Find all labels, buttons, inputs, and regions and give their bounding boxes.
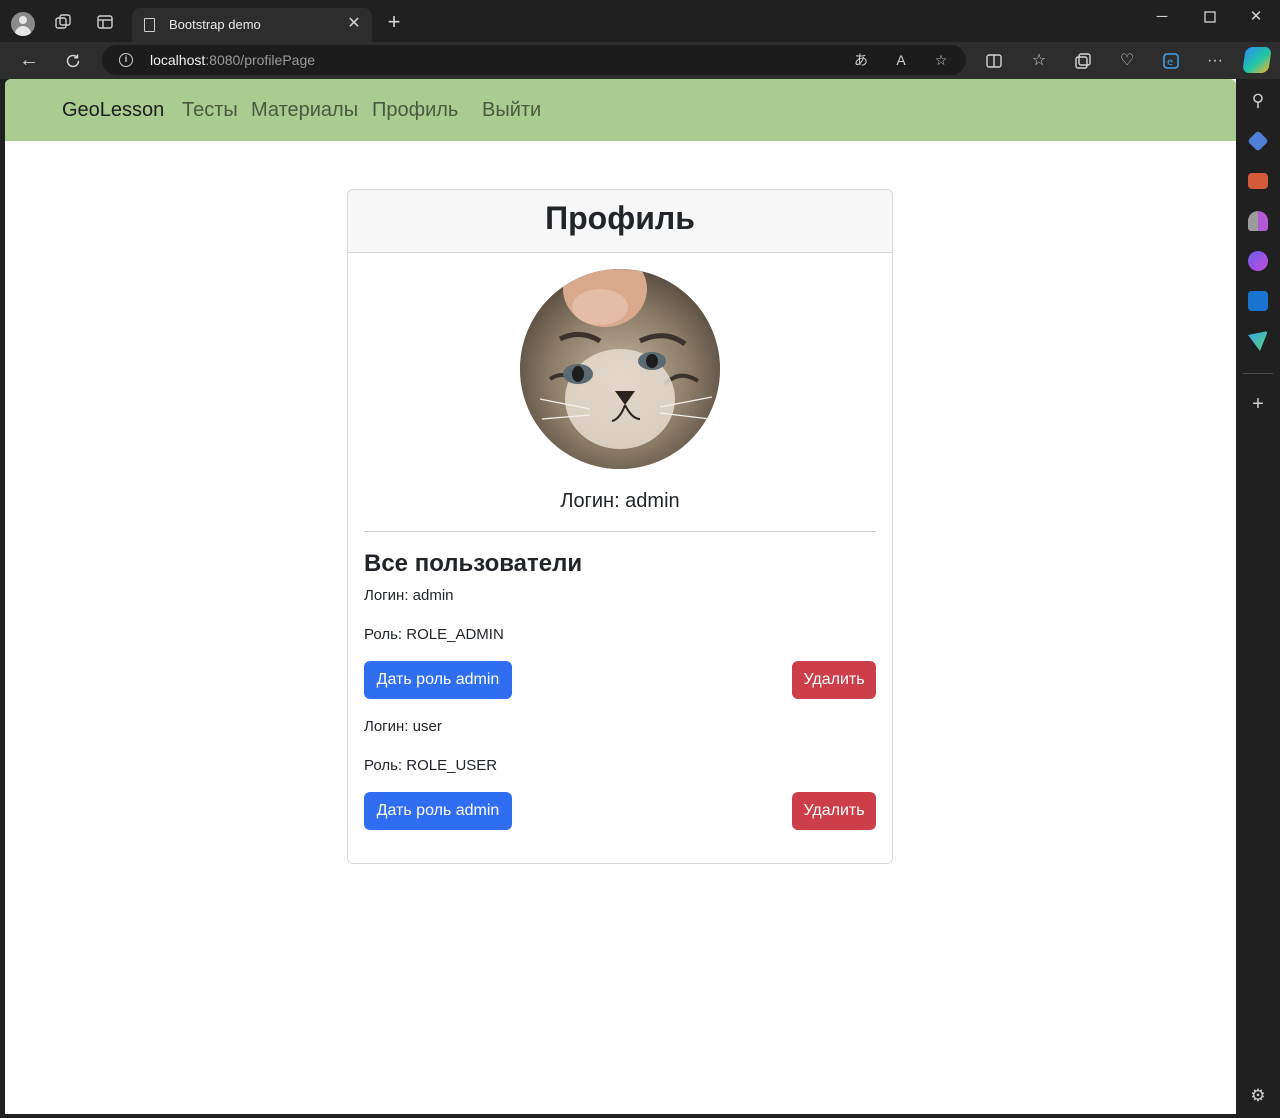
search-icon[interactable]: ⚲ bbox=[1248, 91, 1268, 111]
user-role: Роль: ROLE_USER bbox=[364, 757, 498, 774]
profile-card: Профиль Логин: admin Все пользователи Ло… bbox=[347, 189, 893, 864]
collections-icon[interactable] bbox=[1072, 50, 1094, 72]
close-tab-icon[interactable]: ✕ bbox=[344, 14, 364, 34]
favorite-star-icon[interactable]: ☆ bbox=[932, 51, 950, 69]
workspaces-icon[interactable] bbox=[52, 11, 74, 33]
site-brand[interactable]: GeoLesson bbox=[62, 99, 164, 122]
divider bbox=[364, 531, 876, 532]
nav-link-materials[interactable]: Материалы bbox=[251, 99, 358, 122]
svg-text:e: e bbox=[1167, 57, 1173, 68]
nav-link-profile[interactable]: Профиль bbox=[372, 99, 458, 122]
nav-link-tests[interactable]: Тесты bbox=[182, 99, 238, 122]
tab-actions-icon[interactable] bbox=[94, 11, 116, 33]
settings-gear-icon[interactable]: ⚙ bbox=[1248, 1086, 1268, 1106]
sidebar-divider bbox=[1243, 373, 1273, 374]
current-user-login: Логин: admin bbox=[560, 490, 680, 512]
edge-extension-icon[interactable]: e bbox=[1160, 50, 1182, 72]
url-text[interactable]: localhost:8080/profilePage bbox=[150, 52, 315, 68]
split-screen-icon[interactable] bbox=[983, 50, 1005, 72]
avatar bbox=[520, 269, 720, 469]
users-section-title: Все пользователи bbox=[364, 550, 583, 577]
browser-titlebar: Bootstrap demo ✕ + ─ ✕ bbox=[0, 0, 1280, 42]
card-header: Профиль bbox=[348, 190, 892, 253]
more-options-icon[interactable]: ··· bbox=[1204, 50, 1226, 72]
delete-user-button[interactable]: Удалить bbox=[792, 792, 876, 830]
page-title: Профиль bbox=[545, 200, 695, 236]
send-icon[interactable] bbox=[1248, 331, 1268, 351]
nav-link-logout[interactable]: Выйти bbox=[482, 99, 541, 122]
add-sidebar-app-icon[interactable]: + bbox=[1248, 394, 1268, 414]
outlook-icon[interactable] bbox=[1248, 291, 1268, 311]
games-icon[interactable] bbox=[1248, 211, 1268, 231]
read-aloud-icon[interactable]: A bbox=[892, 51, 910, 69]
page-icon bbox=[144, 18, 155, 32]
browser-essentials-icon[interactable]: ♡ bbox=[1116, 50, 1138, 72]
copilot-sidebar-icon[interactable] bbox=[1248, 251, 1268, 271]
new-tab-icon[interactable]: + bbox=[383, 11, 405, 34]
shopping-tag-icon[interactable] bbox=[1247, 130, 1269, 152]
grant-admin-button[interactable]: Дать роль admin bbox=[364, 661, 512, 699]
translate-icon[interactable]: あ bbox=[852, 51, 870, 69]
grant-admin-button[interactable]: Дать роль admin bbox=[364, 792, 512, 830]
close-window-icon[interactable]: ✕ bbox=[1242, 8, 1270, 28]
browser-profile-icon[interactable] bbox=[11, 12, 35, 36]
browser-toolbar: ← i localhost:8080/profilePage あ A ☆ ☆ ♡… bbox=[0, 42, 1280, 79]
refresh-icon[interactable] bbox=[60, 48, 86, 74]
maximize-icon[interactable] bbox=[1196, 8, 1224, 28]
favorites-icon[interactable]: ☆ bbox=[1028, 50, 1050, 72]
minimize-icon[interactable]: ─ bbox=[1148, 8, 1176, 28]
user-login: Логин: admin bbox=[364, 587, 454, 604]
address-bar[interactable]: i localhost:8080/profilePage あ A ☆ bbox=[102, 45, 966, 75]
site-navbar: GeoLesson Тесты Материалы Профиль Выйти bbox=[5, 79, 1236, 141]
copilot-icon[interactable] bbox=[1242, 47, 1272, 73]
browser-tab[interactable]: Bootstrap demo ✕ bbox=[132, 8, 372, 42]
back-arrow-icon[interactable]: ← bbox=[16, 48, 42, 74]
page-viewport: GeoLesson Тесты Материалы Профиль Выйти … bbox=[5, 79, 1236, 1114]
site-info-icon[interactable]: i bbox=[119, 53, 133, 67]
browser-sidebar: ⚲ + ⚙ bbox=[1236, 79, 1280, 1118]
delete-user-button[interactable]: Удалить bbox=[792, 661, 876, 699]
tab-title: Bootstrap demo bbox=[169, 17, 261, 32]
user-role: Роль: ROLE_ADMIN bbox=[364, 626, 504, 643]
tools-briefcase-icon[interactable] bbox=[1248, 173, 1268, 189]
user-login: Логин: user bbox=[364, 718, 442, 735]
